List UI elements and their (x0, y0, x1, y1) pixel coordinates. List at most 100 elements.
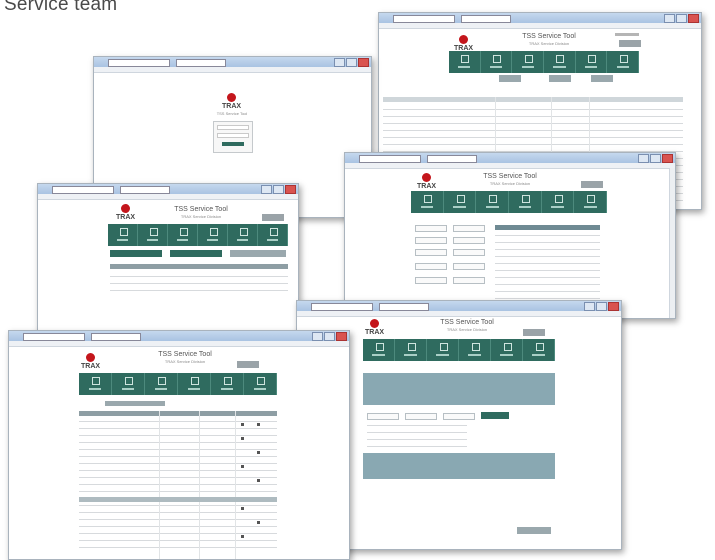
logout-button[interactable] (262, 214, 284, 221)
action-button[interactable] (110, 250, 162, 257)
date-field[interactable] (405, 413, 437, 420)
nav-item[interactable] (244, 373, 277, 395)
logout-button[interactable] (523, 329, 545, 336)
minimize-icon[interactable] (638, 154, 649, 163)
main-nav[interactable] (363, 339, 555, 361)
nav-item[interactable] (512, 51, 545, 73)
address-bar[interactable] (311, 303, 373, 311)
password-field[interactable] (217, 133, 249, 138)
logout-button[interactable] (237, 361, 259, 368)
username-field[interactable] (217, 125, 249, 130)
filter-button[interactable] (591, 75, 613, 82)
action-button[interactable] (230, 250, 286, 257)
address-bar[interactable] (359, 155, 421, 163)
main-nav[interactable] (449, 51, 640, 73)
nav-item[interactable] (542, 191, 575, 213)
nav-item[interactable] (449, 51, 481, 73)
nav-item[interactable] (411, 191, 444, 213)
nav-item[interactable] (138, 224, 168, 246)
search-bar[interactable] (120, 186, 170, 194)
close-icon[interactable] (358, 58, 369, 67)
main-nav[interactable] (411, 191, 608, 213)
export-button[interactable] (517, 527, 551, 534)
search-bar[interactable] (427, 155, 477, 163)
date-field[interactable] (367, 413, 399, 420)
maximize-icon[interactable] (346, 58, 357, 67)
logout-button[interactable] (619, 40, 641, 47)
close-icon[interactable] (688, 14, 699, 23)
form-field[interactable] (415, 225, 447, 232)
maximize-icon[interactable] (273, 185, 284, 194)
form-field[interactable] (415, 263, 447, 270)
checkbox-icon[interactable] (257, 451, 260, 454)
nav-item[interactable] (211, 373, 244, 395)
minimize-icon[interactable] (312, 332, 323, 341)
checkbox-icon[interactable] (241, 535, 244, 538)
nav-item[interactable] (363, 339, 395, 361)
checkbox-icon[interactable] (257, 479, 260, 482)
form-field[interactable] (415, 277, 447, 284)
nav-item[interactable] (509, 191, 542, 213)
form-field[interactable] (453, 263, 485, 270)
minimize-icon[interactable] (334, 58, 345, 67)
maximize-icon[interactable] (324, 332, 335, 341)
close-icon[interactable] (608, 302, 619, 311)
nav-item[interactable] (178, 373, 211, 395)
main-nav[interactable] (79, 373, 277, 395)
close-icon[interactable] (336, 332, 347, 341)
minimize-icon[interactable] (664, 14, 675, 23)
nav-item[interactable] (544, 51, 576, 73)
nav-item[interactable] (198, 224, 228, 246)
maximize-icon[interactable] (596, 302, 607, 311)
search-bar[interactable] (91, 333, 141, 341)
service-form-window[interactable]: TRAX TSS Service Tool TRAX Service Divis… (344, 152, 676, 319)
checkbox-icon[interactable] (257, 423, 260, 426)
nav-item[interactable] (112, 373, 145, 395)
close-icon[interactable] (662, 154, 673, 163)
address-bar[interactable] (393, 15, 455, 23)
nav-item[interactable] (491, 339, 523, 361)
nav-item[interactable] (576, 51, 608, 73)
maximize-icon[interactable] (676, 14, 687, 23)
dashboard-window[interactable]: TRAX TSS Service Tool TRAX Service Divis… (37, 183, 299, 335)
form-field[interactable] (415, 237, 447, 244)
minimize-icon[interactable] (261, 185, 272, 194)
search-bar[interactable] (461, 15, 511, 23)
nav-item[interactable] (258, 224, 288, 246)
nav-item[interactable] (79, 373, 112, 395)
filter-button[interactable] (499, 75, 521, 82)
login-button[interactable] (222, 142, 244, 146)
nav-item[interactable] (168, 224, 198, 246)
nav-item[interactable] (481, 51, 513, 73)
logout-button[interactable] (581, 181, 603, 188)
search-bar[interactable] (379, 303, 429, 311)
checkbox-icon[interactable] (241, 437, 244, 440)
nav-item[interactable] (476, 191, 510, 213)
checkbox-icon[interactable] (241, 465, 244, 468)
date-field[interactable] (443, 413, 475, 420)
form-field[interactable] (453, 225, 485, 232)
form-field[interactable] (453, 249, 485, 256)
address-bar[interactable] (52, 186, 114, 194)
checkbox-icon[interactable] (257, 521, 260, 524)
minimize-icon[interactable] (584, 302, 595, 311)
form-field[interactable] (453, 277, 485, 284)
nav-item[interactable] (444, 191, 477, 213)
nav-item[interactable] (108, 224, 138, 246)
checkbox-icon[interactable] (241, 507, 244, 510)
maximize-icon[interactable] (650, 154, 661, 163)
main-nav[interactable] (108, 224, 288, 246)
checklist-window[interactable]: TRAX TSS Service Tool TRAX Service Divis… (8, 330, 350, 560)
login-form[interactable] (213, 121, 253, 153)
nav-item[interactable] (395, 339, 427, 361)
nav-item[interactable] (523, 339, 555, 361)
top-links[interactable] (615, 33, 639, 36)
nav-item[interactable] (574, 191, 608, 213)
nav-item[interactable] (607, 51, 640, 73)
action-button[interactable] (170, 250, 222, 257)
checkbox-icon[interactable] (241, 423, 244, 426)
address-bar[interactable] (108, 59, 170, 67)
run-report-button[interactable] (481, 412, 509, 419)
address-bar[interactable] (23, 333, 85, 341)
form-field[interactable] (453, 237, 485, 244)
